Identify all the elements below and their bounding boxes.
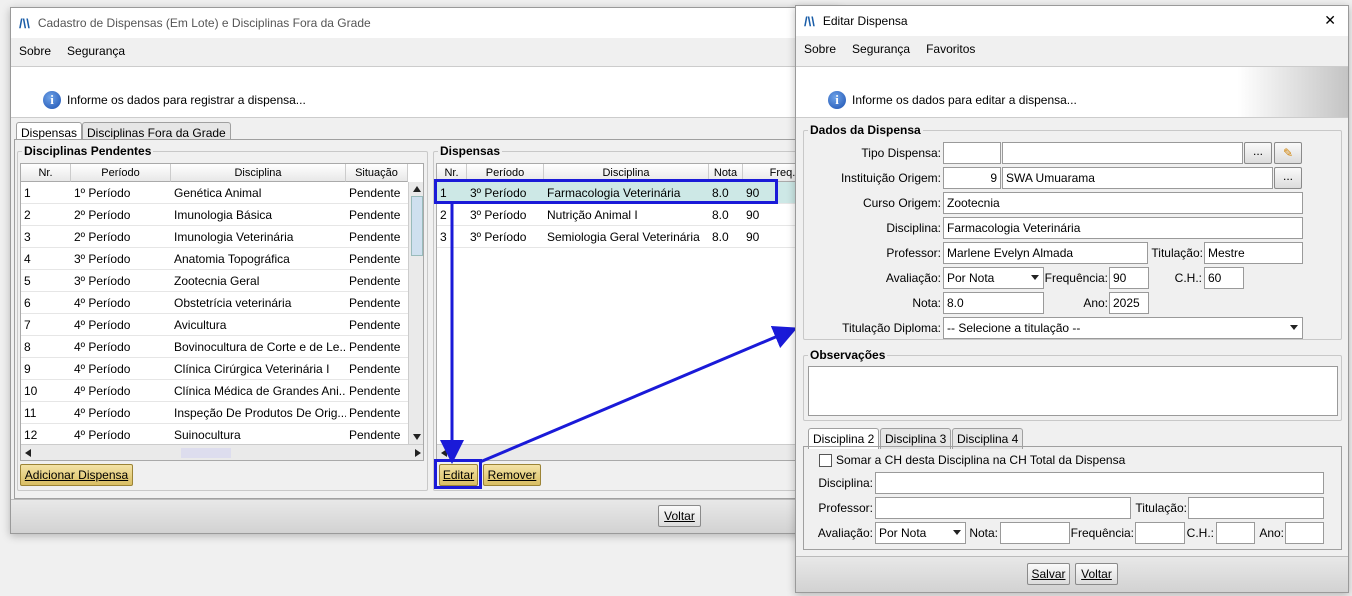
save-button[interactable]: Salvar	[1027, 563, 1070, 585]
arrow-to-dialog	[479, 325, 798, 464]
ano-field[interactable]: 2025	[1109, 292, 1149, 314]
info-icon: i	[828, 91, 846, 109]
sub-frequencia-label: Frequência:	[1070, 526, 1134, 540]
curso-field[interactable]: Zootecnia	[943, 192, 1303, 214]
professor-field[interactable]: Marlene Evelyn Almada	[943, 242, 1148, 264]
tipo-label: Tipo Dispensa:	[861, 146, 941, 160]
somar-ch-checkbox[interactable]	[819, 454, 832, 467]
ch-label: C.H.:	[1174, 271, 1202, 285]
sub-frequencia-field[interactable]	[1135, 522, 1185, 544]
frequencia-field[interactable]: 90	[1109, 267, 1149, 289]
sub-avaliacao-select[interactable]: Por Nota	[875, 522, 966, 544]
instituicao-code-field[interactable]: 9	[943, 167, 1001, 189]
ano-label: Ano:	[1083, 296, 1108, 310]
ch-field[interactable]: 60	[1204, 267, 1244, 289]
sub-titulacao-label: Titulação:	[1135, 501, 1187, 515]
dados-group-title: Dados da Dispensa	[808, 123, 923, 137]
dialog-info-text: Informe os dados para editar a dispensa.…	[852, 93, 1077, 107]
sub-ch-field[interactable]	[1216, 522, 1255, 544]
dialog-menubar: Sobre Segurança Favoritos	[796, 36, 1348, 62]
nota-label: Nota:	[912, 296, 941, 310]
sub-titulacao-field[interactable]	[1188, 497, 1324, 519]
avaliacao-select[interactable]: Por Nota	[943, 267, 1044, 289]
chevron-down-icon	[1290, 325, 1298, 330]
chevron-down-icon	[953, 530, 961, 535]
edit-dialog: /\\ Editar Dispensa ✕ Sobre Segurança Fa…	[795, 5, 1349, 593]
dialog-footer	[796, 556, 1348, 592]
dialog-back-button[interactable]: Voltar	[1075, 563, 1118, 585]
sub-ano-label: Ano:	[1259, 526, 1284, 540]
instituicao-search-button[interactable]: ...	[1274, 167, 1302, 189]
titulacao-diploma-label: Titulação Diploma:	[842, 321, 941, 335]
nota-field[interactable]: 8.0	[943, 292, 1044, 314]
instituicao-label: Instituição Origem:	[840, 171, 941, 185]
sub-nota-label: Nota:	[969, 526, 998, 540]
menu-favoritos[interactable]: Favoritos	[926, 42, 975, 56]
sub-professor-field[interactable]	[875, 497, 1131, 519]
dialog-info-bar: i Informe os dados para editar a dispens…	[828, 91, 1077, 109]
titulacao-field[interactable]: Mestre	[1204, 242, 1303, 264]
tipo-code-field[interactable]	[943, 142, 1001, 164]
app-logo-icon: /\\	[804, 13, 815, 29]
dialog-title: Editar Dispensa	[822, 14, 908, 28]
sub-disciplina-field[interactable]	[875, 472, 1324, 494]
sub-nota-field[interactable]	[1000, 522, 1070, 544]
observacoes-textarea[interactable]	[808, 366, 1338, 416]
titulacao-diploma-select[interactable]: -- Selecione a titulação --	[943, 317, 1303, 339]
dialog-titlebar: /\\ Editar Dispensa ✕	[796, 6, 1348, 36]
tipo-name-field[interactable]	[1002, 142, 1243, 164]
observacoes-title: Observações	[808, 348, 888, 362]
avaliacao-label: Avaliação:	[885, 271, 941, 285]
close-icon[interactable]: ✕	[1324, 12, 1336, 29]
titulacao-label: Titulação:	[1151, 246, 1203, 260]
professor-label: Professor:	[886, 246, 941, 260]
disciplina-label: Disciplina:	[886, 221, 941, 235]
sub-ch-label: C.H.:	[1186, 526, 1214, 540]
tipo-edit-button[interactable]: ✎	[1274, 142, 1302, 164]
menu-sobre[interactable]: Sobre	[804, 42, 836, 56]
somar-ch-label: Somar a CH desta Disciplina na CH Total …	[836, 453, 1126, 467]
tipo-search-button[interactable]: ...	[1244, 142, 1272, 164]
chevron-down-icon	[1031, 275, 1039, 280]
sub-ano-field[interactable]	[1285, 522, 1324, 544]
disciplina-field[interactable]: Farmacologia Veterinária	[943, 217, 1303, 239]
sub-disciplina-label: Disciplina:	[818, 476, 873, 490]
pencil-icon: ✎	[1282, 146, 1294, 160]
curso-label: Curso Origem:	[862, 196, 941, 210]
menu-seguranca[interactable]: Segurança	[852, 42, 910, 56]
sub-professor-label: Professor:	[818, 501, 873, 515]
instituicao-name-field[interactable]: SWA Umuarama	[1002, 167, 1273, 189]
sub-avaliacao-label: Avaliação:	[817, 526, 873, 540]
frequencia-label: Frequência:	[1044, 271, 1108, 285]
